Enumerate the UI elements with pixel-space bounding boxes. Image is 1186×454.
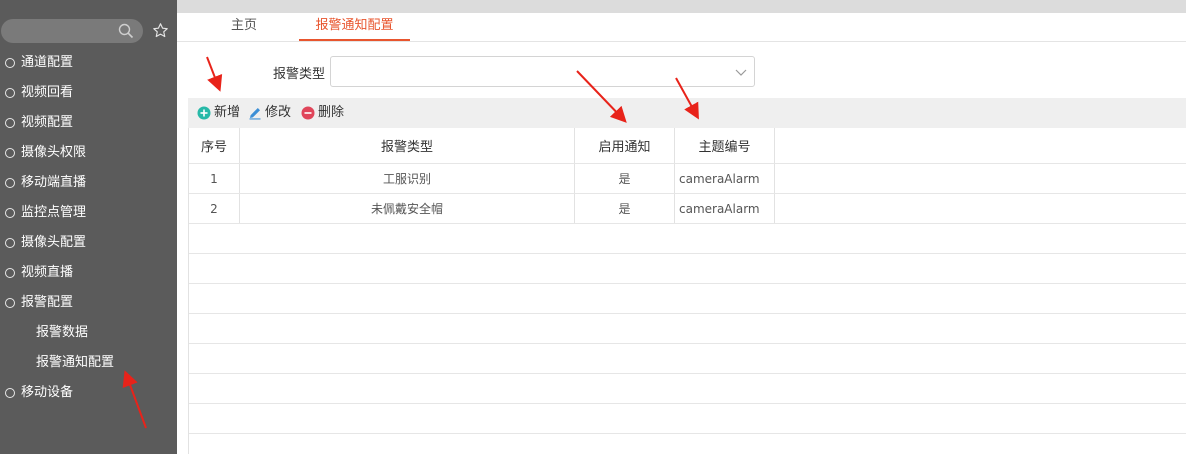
table-cell: cameraAlarm [675, 164, 775, 193]
sidebar-item-video-live[interactable]: 视频直播 [0, 258, 177, 288]
table-cell: 是 [575, 194, 675, 223]
app-root: 通道配置 视频回看 视频配置 摄像头权限 移动端直播 监控点管理 摄像头配置 视… [0, 0, 1186, 454]
table-cell: 未佩戴安全帽 [240, 194, 575, 223]
sidebar-item-mobile-device[interactable]: 移动设备 [0, 378, 177, 408]
sidebar-item-alarm-config[interactable]: 报警配置 [0, 288, 177, 318]
empty-table-row [189, 224, 1186, 254]
sidebar-subitem-alarm-notify-config[interactable]: 报警通知配置 [0, 348, 177, 378]
empty-table-row [189, 404, 1186, 434]
plus-circle-icon [197, 106, 211, 120]
table-cell: 是 [575, 164, 675, 193]
chevron-down-icon [735, 69, 747, 76]
tab-alarm-notify-config[interactable]: 报警通知配置 [299, 13, 410, 41]
sidebar-nav: 通道配置 视频回看 视频配置 摄像头权限 移动端直播 监控点管理 摄像头配置 视… [0, 48, 177, 408]
sidebar-search-input[interactable] [1, 19, 143, 43]
sidebar-item-label: 视频回看 [21, 85, 74, 100]
circle-bullet-icon [5, 238, 15, 248]
sidebar-item-label: 视频配置 [21, 115, 74, 130]
empty-table-row [189, 344, 1186, 374]
circle-bullet-icon [5, 118, 15, 128]
sidebar-item-label: 摄像头权限 [21, 145, 87, 160]
empty-table-row [189, 374, 1186, 404]
table-row[interactable]: 2 未佩戴安全帽 是 cameraAlarm [189, 194, 1186, 224]
tab-home[interactable]: 主页 [199, 13, 289, 41]
sidebar-item-label: 监控点管理 [21, 205, 87, 220]
sidebar-item-label: 报警数据 [36, 325, 89, 340]
edit-button[interactable]: 修改 [248, 98, 291, 128]
delete-button[interactable]: 删除 [301, 98, 344, 128]
sidebar-item-camera-config[interactable]: 摄像头配置 [0, 228, 177, 258]
red-arrow-icon [206, 56, 223, 92]
search-icon[interactable] [118, 23, 134, 39]
sidebar-search-row [0, 18, 177, 46]
circle-bullet-icon [5, 178, 15, 188]
sidebar-item-camera-permission[interactable]: 摄像头权限 [0, 138, 177, 168]
column-header-topic-code[interactable]: 主题编号 [675, 128, 775, 163]
sidebar-item-mobile-live[interactable]: 移动端直播 [0, 168, 177, 198]
sidebar-item-monitor-point[interactable]: 监控点管理 [0, 198, 177, 228]
sidebar-item-label: 移动设备 [21, 385, 74, 400]
table-cell: 2 [189, 194, 240, 223]
circle-bullet-icon [5, 58, 15, 68]
sidebar-item-label: 摄像头配置 [21, 235, 87, 250]
alarm-type-select[interactable] [330, 56, 755, 87]
tab-bar: 主页 报警通知配置 [177, 13, 1186, 42]
table-row[interactable]: 1 工服识别 是 cameraAlarm [189, 164, 1186, 194]
minus-circle-icon [301, 106, 315, 120]
empty-table-row [189, 314, 1186, 344]
circle-bullet-icon [5, 148, 15, 158]
circle-bullet-icon [5, 208, 15, 218]
sidebar-item-label: 报警配置 [21, 295, 74, 310]
star-icon[interactable] [152, 22, 169, 39]
table-cell: 1 [189, 164, 240, 193]
sidebar-item-label: 报警通知配置 [36, 355, 115, 370]
column-header-index[interactable]: 序号 [189, 128, 240, 163]
toolbar: 新增 修改 删除 [188, 98, 1186, 128]
column-header-notify-enabled[interactable]: 启用通知 [575, 128, 675, 163]
circle-bullet-icon [5, 298, 15, 308]
table-cell: cameraAlarm [675, 194, 775, 223]
pencil-icon [249, 108, 261, 120]
sidebar-item-label: 移动端直播 [21, 175, 87, 190]
sidebar: 通道配置 视频回看 视频配置 摄像头权限 移动端直播 监控点管理 摄像头配置 视… [0, 0, 177, 454]
sidebar-item-video-config[interactable]: 视频配置 [0, 108, 177, 138]
alarm-notify-table: 序号 报警类型 启用通知 主题编号 1 工服识别 是 cameraAlarm 2… [188, 128, 1186, 454]
circle-bullet-icon [5, 268, 15, 278]
add-button[interactable]: 新增 [197, 98, 240, 128]
sidebar-item-video-playback[interactable]: 视频回看 [0, 78, 177, 108]
sidebar-item-label: 通道配置 [21, 55, 74, 70]
sidebar-item-channel-config[interactable]: 通道配置 [0, 48, 177, 78]
sidebar-item-label: 视频直播 [21, 265, 74, 280]
table-cell: 工服识别 [240, 164, 575, 193]
alarm-type-filter-label: 报警类型 [272, 67, 325, 82]
column-header-alarm-type[interactable]: 报警类型 [240, 128, 575, 163]
sidebar-subitem-alarm-data[interactable]: 报警数据 [0, 318, 177, 348]
top-bar [177, 0, 1186, 13]
circle-bullet-icon [5, 388, 15, 398]
table-header-row: 序号 报警类型 启用通知 主题编号 [189, 128, 1186, 164]
empty-table-row [189, 254, 1186, 284]
empty-table-row [189, 284, 1186, 314]
circle-bullet-icon [5, 88, 15, 98]
